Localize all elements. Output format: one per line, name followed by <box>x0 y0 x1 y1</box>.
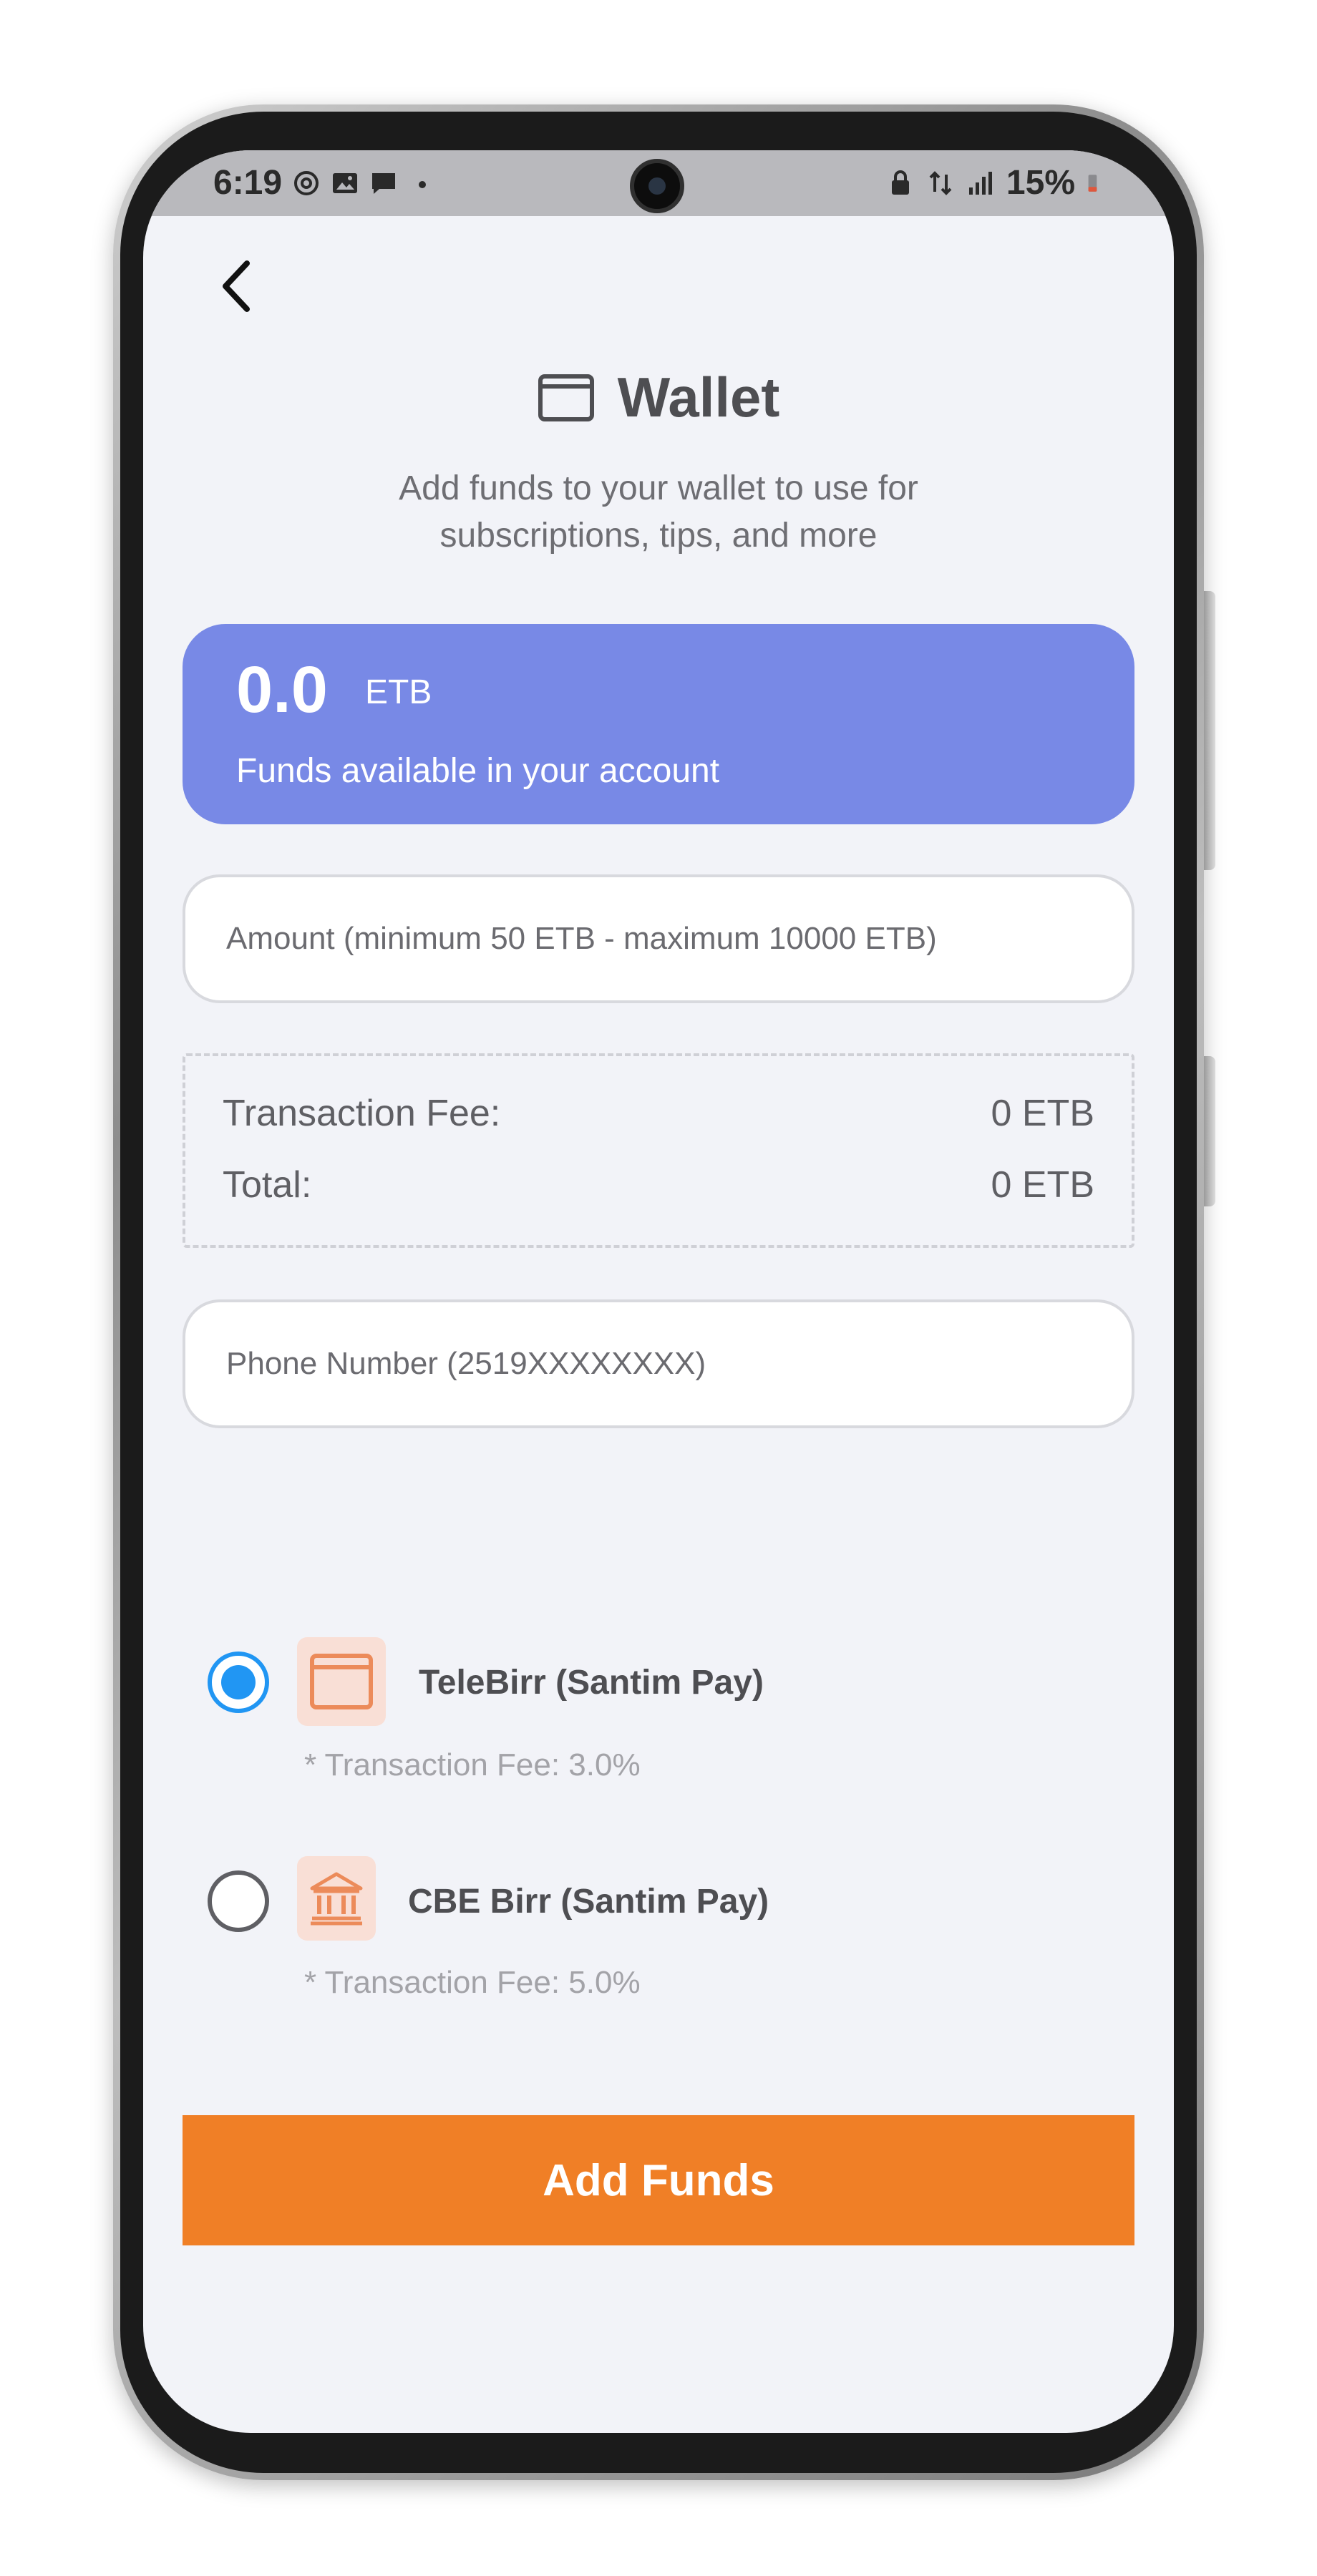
page-header: Wallet <box>143 365 1174 430</box>
signal-icon <box>968 171 992 195</box>
add-funds-button[interactable]: Add Funds <box>183 2115 1134 2245</box>
payment-fee-note: * Transaction Fee: 3.0% <box>304 1747 641 1782</box>
balance-currency: ETB <box>365 673 432 711</box>
system-icons: 15% <box>886 163 1105 203</box>
sync-icon <box>294 171 319 195</box>
front-camera <box>630 159 684 213</box>
battery-percent: 15% <box>1006 164 1075 202</box>
transaction-fee-value: 0 ETB <box>991 1093 1095 1134</box>
transaction-fee-row: Transaction Fee: 0 ETB <box>223 1092 1094 1135</box>
radio-telebirr[interactable] <box>208 1652 269 1713</box>
status-bar: 6:19 15% <box>143 150 1174 216</box>
phone-number-field[interactable] <box>183 1299 1134 1428</box>
status-time: 6:19 <box>213 164 283 202</box>
app-screen: 6:19 15% Wallet Add funds to your wallet… <box>143 150 1174 2433</box>
amount-input[interactable] <box>225 920 1132 957</box>
image-icon <box>333 173 357 193</box>
battery-icon <box>1088 174 1097 192</box>
page-title: Wallet <box>617 366 780 429</box>
dot-icon <box>419 181 426 188</box>
balance-card: 0.0 ETB Funds available in your account <box>183 624 1134 824</box>
volume-button <box>1204 591 1215 870</box>
balance-amount: 0.0 <box>236 653 328 726</box>
total-value: 0 ETB <box>991 1164 1095 1206</box>
total-label: Total: <box>223 1164 312 1206</box>
payment-method-label: TeleBirr (Santim Pay) <box>419 1664 764 1702</box>
wallet-icon <box>538 374 594 421</box>
payment-method-label: CBE Birr (Santim Pay) <box>408 1883 769 1921</box>
chevron-left-icon <box>223 260 250 312</box>
page-subtitle: Add funds to your wallet to use for subs… <box>399 469 918 555</box>
wallet-icon <box>297 1637 386 1726</box>
lock-icon <box>891 170 909 195</box>
fee-summary: Transaction Fee: 0 ETB Total: 0 ETB <box>183 1053 1134 1248</box>
message-icon <box>372 173 395 194</box>
balance-caption: Funds available in your account <box>236 752 720 790</box>
total-row: Total: 0 ETB <box>223 1163 1094 1206</box>
payment-option-cbe-birr[interactable]: CBE Birr (Santim Pay) <box>208 1856 1066 1949</box>
transaction-fee-label: Transaction Fee: <box>223 1093 501 1134</box>
notification-icons <box>292 169 437 197</box>
payment-fee-note: * Transaction Fee: 5.0% <box>304 1965 641 2000</box>
radio-cbe-birr[interactable] <box>208 1870 269 1932</box>
bank-icon <box>297 1856 376 1941</box>
back-button[interactable] <box>208 254 265 318</box>
power-button <box>1204 1056 1215 1206</box>
phone-number-input[interactable] <box>225 1345 1132 1382</box>
amount-field[interactable] <box>183 874 1134 1003</box>
data-transfer-icon <box>929 170 952 195</box>
payment-option-telebirr[interactable]: TeleBirr (Santim Pay) <box>208 1637 1066 1730</box>
